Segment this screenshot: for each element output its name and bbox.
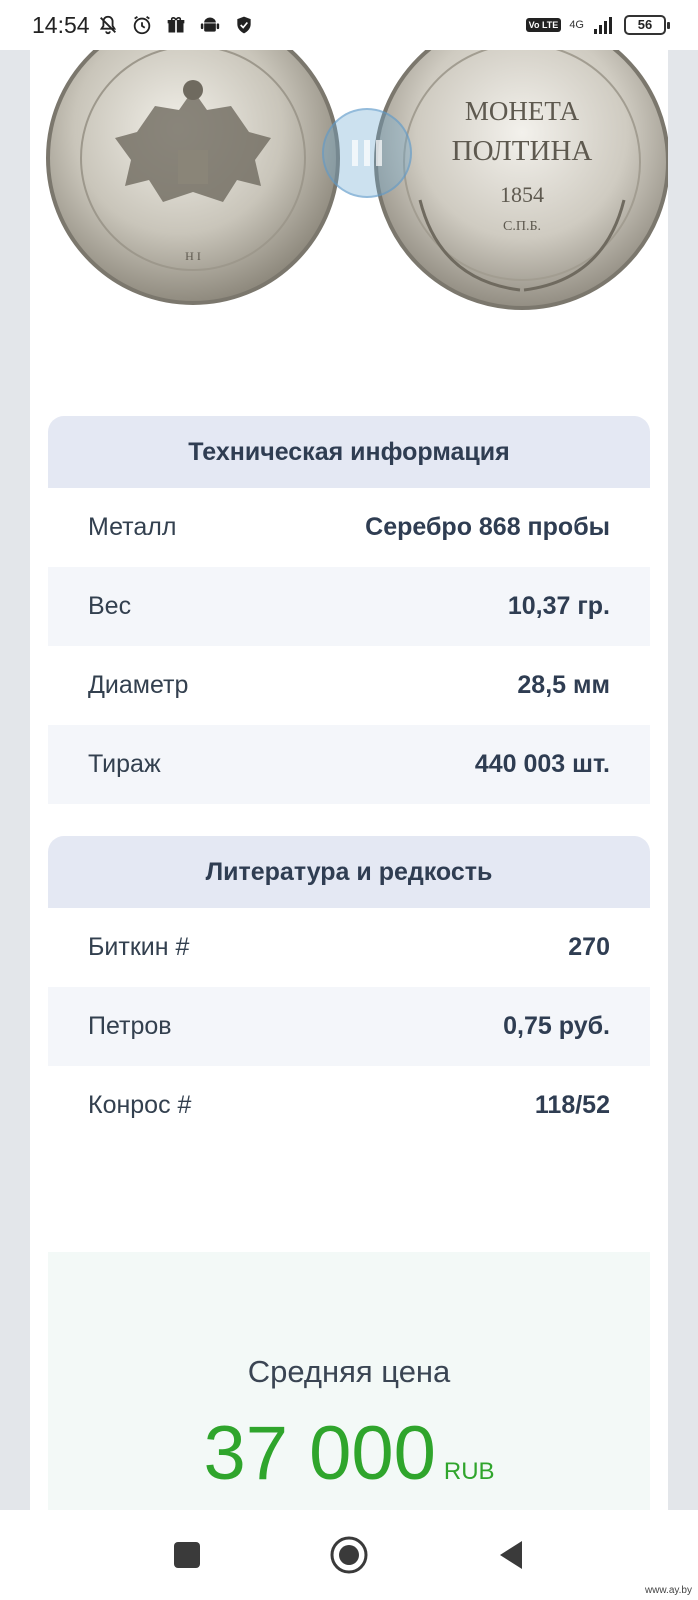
row-value: 440 003 шт. bbox=[474, 750, 610, 778]
status-bar: 14:54 Vo LTE 4G 56 bbox=[0, 0, 698, 50]
lit-row-petrov: Петров 0,75 руб. bbox=[48, 987, 650, 1066]
reverse-mint: С.П.Б. bbox=[503, 219, 541, 234]
obverse-mint: Н I bbox=[185, 249, 201, 263]
network-type: 4G bbox=[569, 19, 584, 31]
home-button[interactable] bbox=[327, 1533, 371, 1577]
coin-detail-page: МОНЕТА ПОЛТИНА 1854 С.П.Б. Н I Техническ… bbox=[30, 50, 668, 1510]
reverse-line1: МОНЕТА bbox=[465, 96, 580, 126]
row-value: Серебро 868 пробы bbox=[365, 513, 610, 541]
price-currency: RUB bbox=[443, 1458, 495, 1485]
average-price-label: Средняя цена bbox=[247, 1354, 451, 1389]
status-time: 14:54 bbox=[32, 11, 90, 38]
muted-bell-icon bbox=[96, 13, 120, 37]
tech-row-weight: Вес 10,37 гр. bbox=[48, 567, 650, 646]
back-button[interactable] bbox=[489, 1533, 533, 1577]
recents-button[interactable] bbox=[165, 1533, 209, 1577]
row-label: Диаметр bbox=[88, 671, 189, 699]
android-icon bbox=[198, 13, 222, 37]
reverse-line2: ПОЛТИНА bbox=[452, 135, 593, 167]
literature-title: Литература и редкость bbox=[48, 836, 650, 908]
system-nav-bar bbox=[0, 1510, 698, 1600]
row-value: 10,37 гр. bbox=[507, 592, 610, 620]
row-label: Биткин # bbox=[88, 933, 190, 961]
triangle-back-icon bbox=[500, 1541, 522, 1569]
lit-row-bitkin: Биткин # 270 bbox=[48, 908, 650, 987]
row-value: 270 bbox=[568, 933, 610, 961]
site-logo-watermark bbox=[322, 108, 412, 198]
alarm-icon bbox=[130, 13, 154, 37]
tech-row-mintage: Тираж 440 003 шт. bbox=[48, 725, 650, 804]
tech-row-diameter: Диаметр 28,5 мм bbox=[48, 646, 650, 725]
lit-row-konros: Конрос # 118/52 bbox=[48, 1066, 650, 1145]
row-label: Конрос # bbox=[88, 1091, 192, 1119]
volte-badge: Vo LTE bbox=[525, 18, 562, 32]
row-label: Петров bbox=[88, 1012, 172, 1040]
row-label: Металл bbox=[88, 513, 177, 541]
shield-check-icon bbox=[232, 13, 256, 37]
tech-info-section: Техническая информация Металл Серебро 86… bbox=[48, 416, 650, 804]
row-label: Вес bbox=[88, 592, 132, 620]
signal-icon bbox=[592, 13, 616, 37]
source-watermark: www.ay.by bbox=[644, 1585, 692, 1596]
gift-icon bbox=[164, 13, 188, 37]
row-value: 28,5 мм bbox=[517, 671, 610, 699]
battery-indicator: 56 bbox=[624, 15, 670, 35]
row-value: 0,75 руб. bbox=[503, 1012, 610, 1040]
circle-icon bbox=[330, 1536, 368, 1574]
tech-info-title: Техническая информация bbox=[48, 416, 650, 488]
coin-images[interactable]: МОНЕТА ПОЛТИНА 1854 С.П.Б. Н I bbox=[30, 50, 668, 310]
price-amount: 37 000 bbox=[203, 1411, 436, 1496]
square-icon bbox=[174, 1542, 200, 1568]
average-price-box: Средняя цена 37 000 RUB bbox=[48, 1252, 650, 1510]
reverse-year: 1854 bbox=[500, 182, 544, 207]
row-label: Тираж bbox=[88, 750, 161, 778]
average-price-value: 37 000 RUB bbox=[48, 1410, 650, 1497]
tech-row-metal: Металл Серебро 868 пробы bbox=[48, 488, 650, 567]
row-value: 118/52 bbox=[534, 1091, 610, 1119]
literature-section: Литература и редкость Биткин # 270 Петро… bbox=[48, 836, 650, 1145]
